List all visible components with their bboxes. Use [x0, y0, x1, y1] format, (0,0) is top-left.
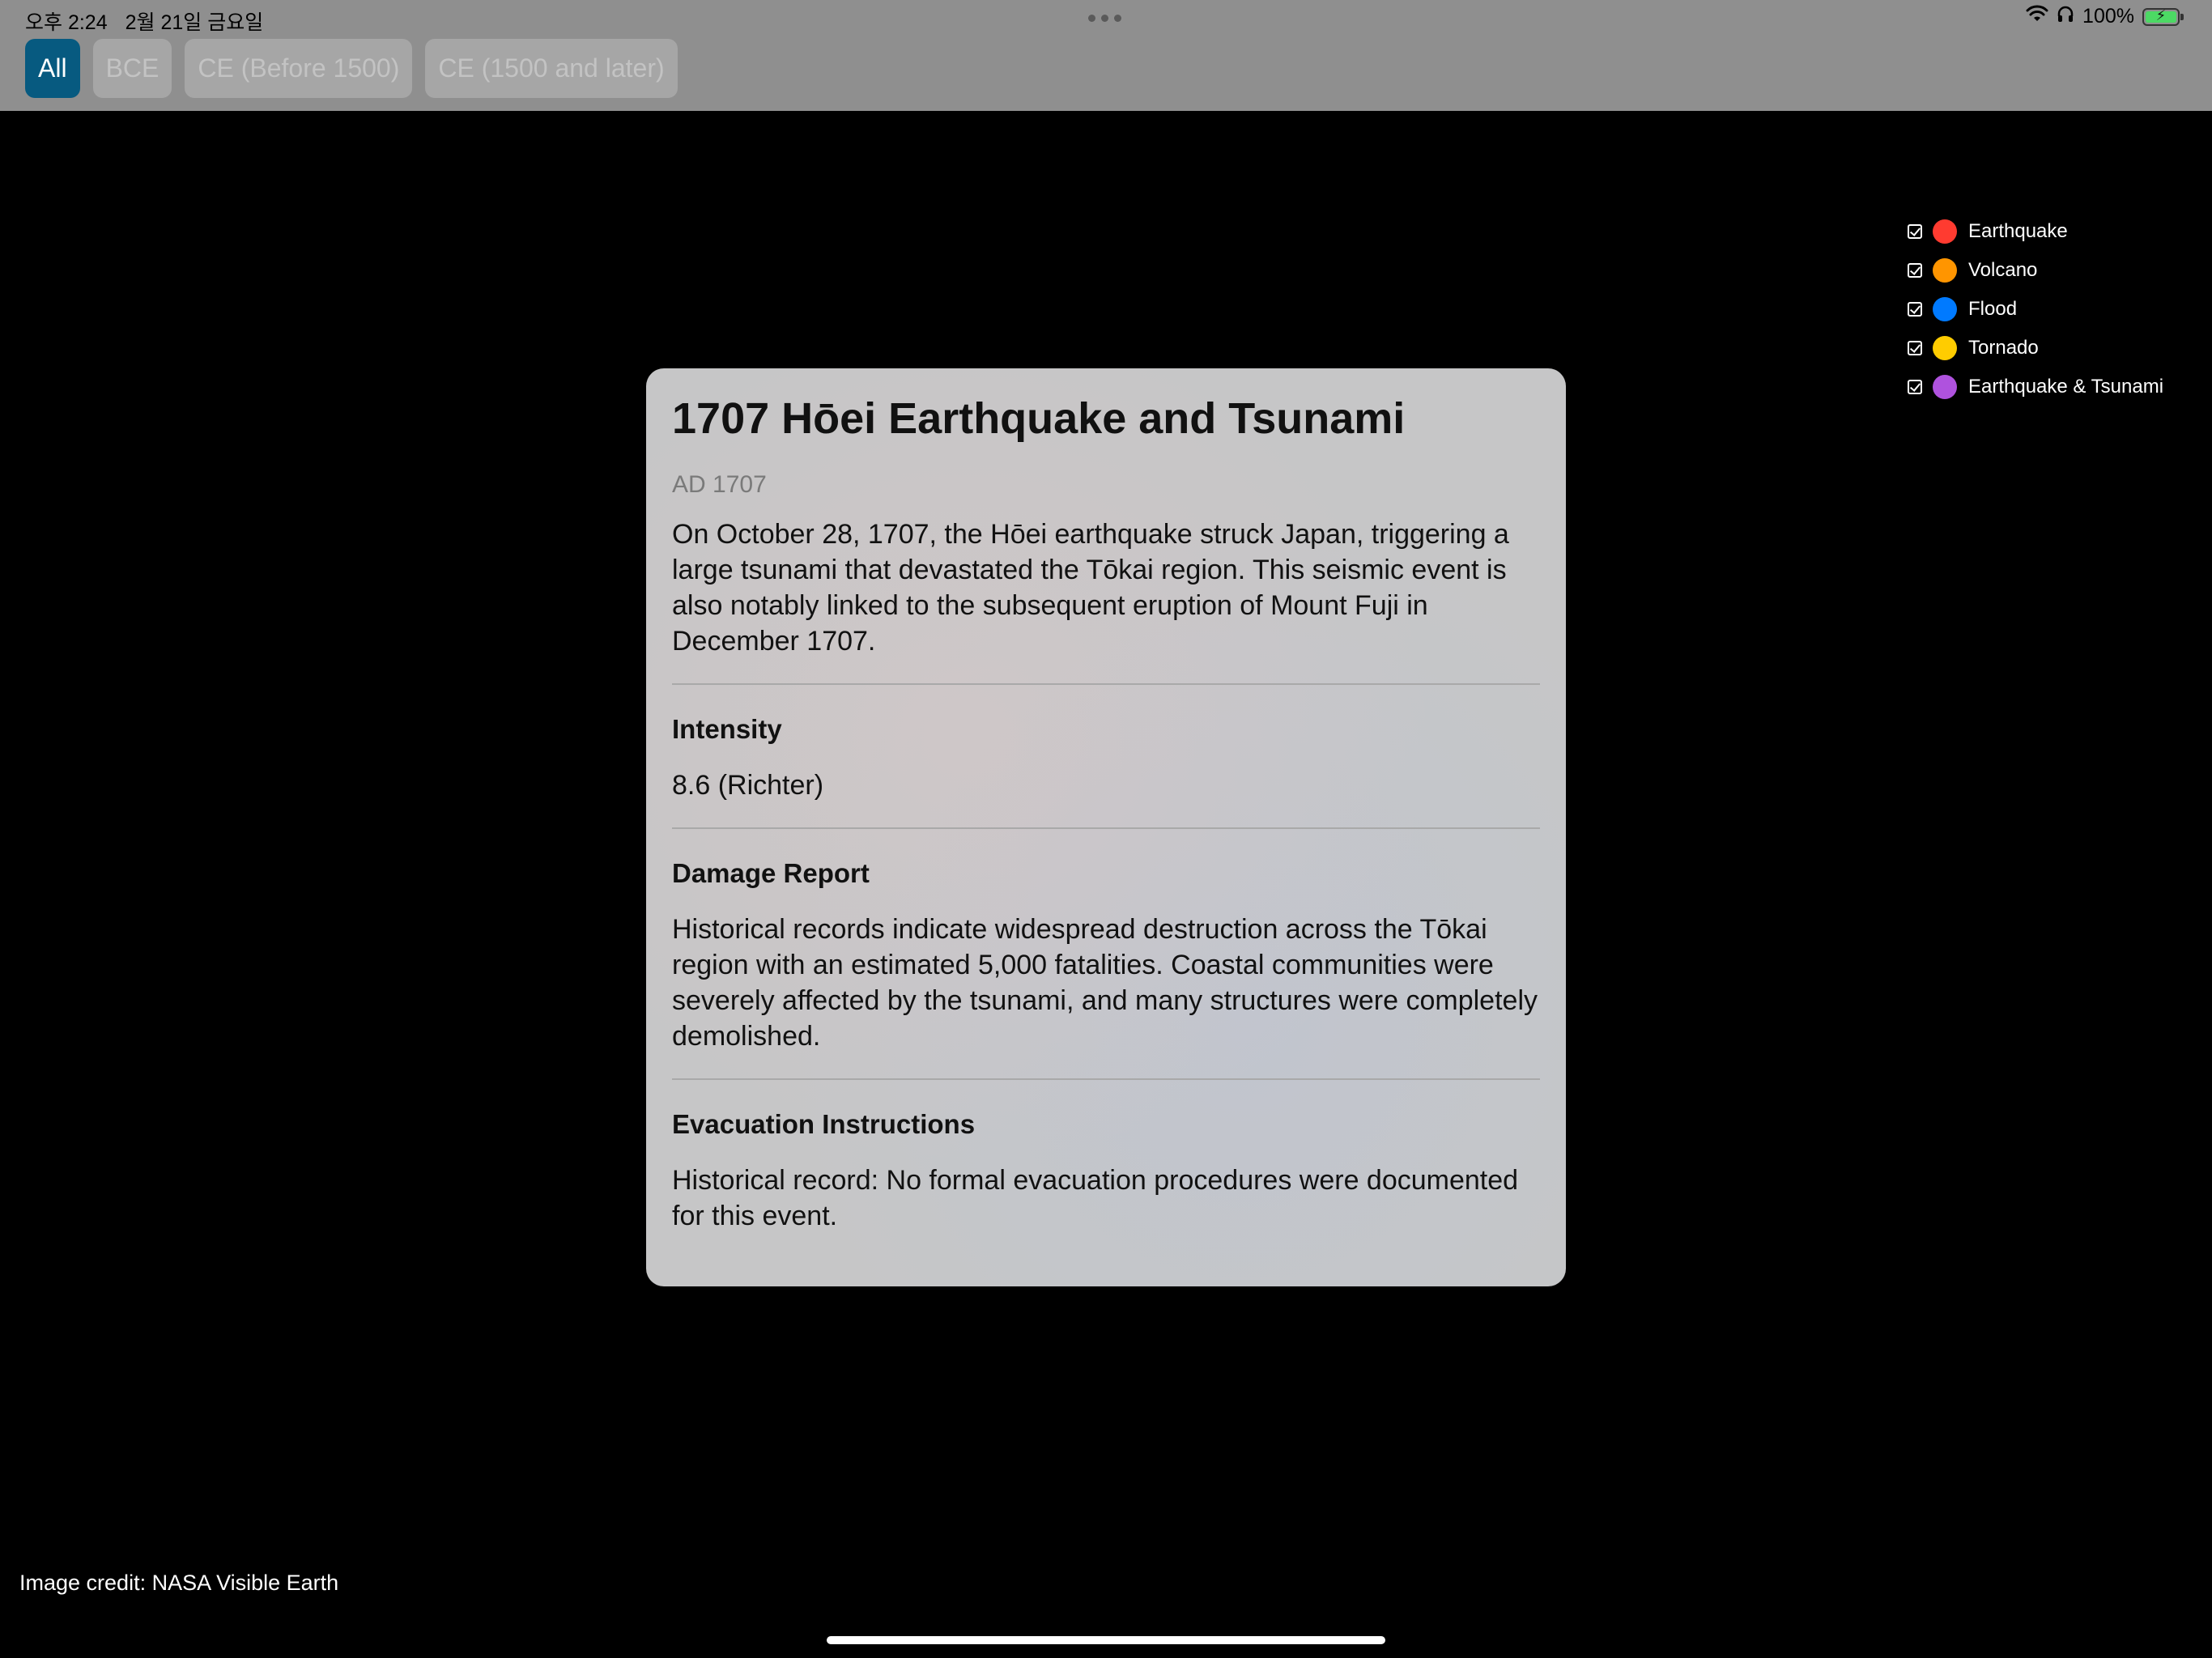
event-date: AD 1707	[672, 470, 767, 498]
battery-percentage: 100%	[2082, 5, 2134, 28]
legend-item-earthquake[interactable]: Earthquake	[1908, 212, 2163, 251]
legend-item-tornado[interactable]: Tornado	[1908, 329, 2163, 368]
volcano-color-dot	[1933, 258, 1957, 283]
charging-bolt-icon: ⚡	[2155, 6, 2167, 23]
wifi-icon	[2026, 5, 2048, 28]
era-tab-ce-before-1500[interactable]: CE (Before 1500)	[185, 39, 413, 98]
era-tab-all[interactable]: All	[25, 39, 80, 98]
legend-item-earthquake-tsunami[interactable]: Earthquake & Tsunami	[1908, 368, 2163, 406]
evacuation-instructions-label: Evacuation Instructions	[672, 1108, 976, 1139]
checkbox-checked-icon[interactable]	[1908, 380, 1922, 394]
earthquake-tsunami-color-dot	[1933, 375, 1957, 399]
battery-icon: ⚡	[2142, 6, 2184, 26]
app-screen: 오후 2:24 2월 21일 금요일 100% ⚡ All BCE CE (Be…	[0, 0, 2212, 1658]
checkbox-checked-icon[interactable]	[1908, 263, 1922, 278]
status-bar: 오후 2:24 2월 21일 금요일 100% ⚡	[0, 0, 2212, 37]
multitasking-menu-icon[interactable]	[1088, 15, 1121, 22]
checkbox-checked-icon[interactable]	[1908, 224, 1922, 239]
status-time: 오후 2:24	[25, 11, 108, 34]
status-date: 2월 21일 금요일	[125, 11, 264, 34]
legend-item-flood[interactable]: Flood	[1908, 290, 2163, 329]
status-left: 오후 2:24 2월 21일 금요일	[25, 6, 263, 36]
damage-report-text: Historical records indicate widespread d…	[672, 913, 1538, 1052]
dot	[1114, 15, 1121, 22]
dot	[1101, 15, 1108, 22]
flood-color-dot	[1933, 297, 1957, 321]
intensity-value: 8.6 (Richter)	[672, 769, 824, 801]
battery-nub	[2180, 13, 2184, 20]
dot	[1088, 15, 1095, 22]
checkbox-checked-icon[interactable]	[1908, 302, 1922, 317]
legend-label: Earthquake & Tsunami	[1968, 376, 2164, 397]
legend-label: Earthquake	[1968, 220, 2068, 242]
event-description: On October 28, 1707, the Hōei earthquake…	[672, 518, 1509, 657]
legend-label: Tornado	[1968, 337, 2039, 359]
tornado-color-dot	[1933, 336, 1957, 360]
home-indicator[interactable]	[827, 1636, 1385, 1644]
divider	[672, 1078, 1540, 1080]
image-credit: Image credit: NASA Visible Earth	[19, 1571, 339, 1595]
divider	[672, 682, 1540, 685]
event-title: 1707 Hōei Earthquake and Tsunami	[672, 394, 1406, 443]
headphones-icon	[2057, 5, 2074, 28]
divider	[672, 827, 1540, 829]
event-detail-card: 1707 Hōei Earthquake and Tsunami AD 1707…	[646, 368, 1566, 1286]
damage-report-label: Damage Report	[672, 857, 870, 888]
legend-item-volcano[interactable]: Volcano	[1908, 251, 2163, 290]
legend-label: Flood	[1968, 298, 2018, 320]
earthquake-color-dot	[1933, 219, 1957, 244]
era-tab-ce-1500-and-later[interactable]: CE (1500 and later)	[425, 39, 678, 98]
legend-label: Volcano	[1968, 259, 2038, 281]
status-right: 100% ⚡	[2026, 5, 2184, 28]
evacuation-instructions-text: Historical record: No formal evacuation …	[672, 1164, 1519, 1231]
era-tab-bce[interactable]: BCE	[92, 39, 172, 98]
top-bar: 오후 2:24 2월 21일 금요일 100% ⚡ All BCE CE (Be…	[0, 0, 2212, 111]
disaster-type-legend: Earthquake Volcano Flood Tornado Earthqu…	[1908, 212, 2163, 406]
intensity-label: Intensity	[672, 713, 782, 744]
era-filter-tabs: All BCE CE (Before 1500) CE (1500 and la…	[25, 39, 678, 98]
checkbox-checked-icon[interactable]	[1908, 341, 1922, 355]
